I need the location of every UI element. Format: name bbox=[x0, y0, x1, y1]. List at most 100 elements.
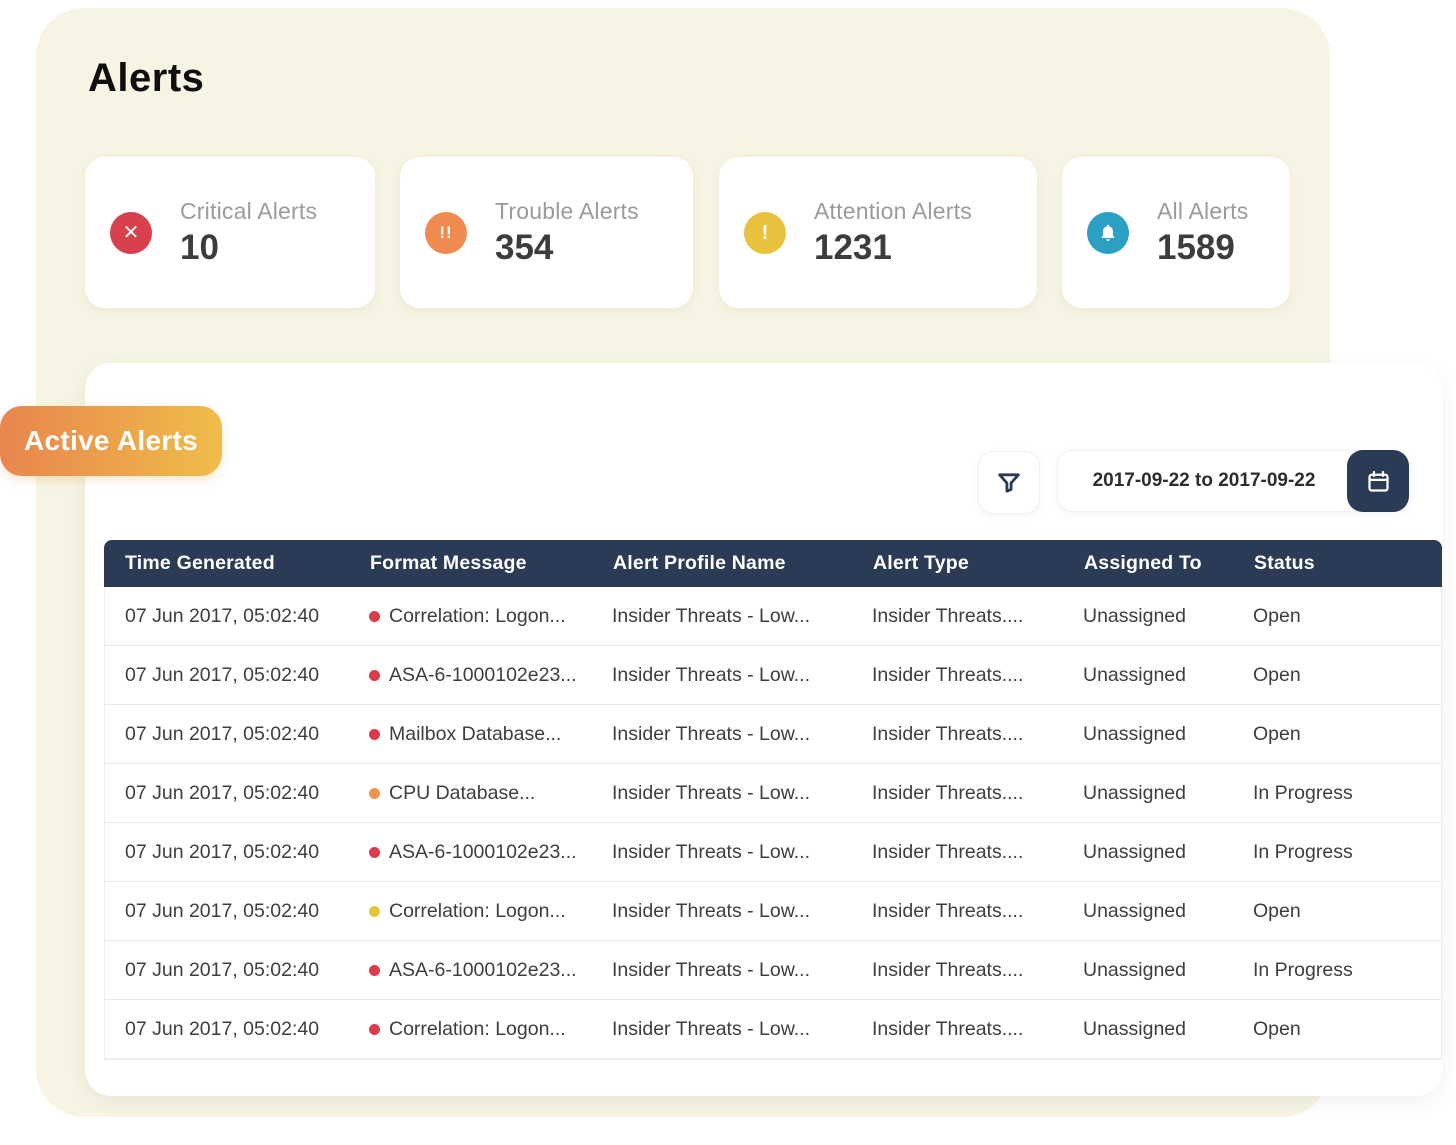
alert-type-cell: Insider Threats.... bbox=[872, 958, 1024, 981]
assigned-to-cell: Unassigned bbox=[1083, 1017, 1186, 1040]
attention-alerts-label: Attention Alerts bbox=[814, 197, 972, 224]
trouble-alerts-count: 354 bbox=[495, 227, 554, 267]
format-message-text: ASA-6-1000102e23... bbox=[389, 663, 577, 686]
calendar-icon bbox=[1367, 470, 1389, 492]
table-row[interactable]: 07 Jun 2017, 05:02:40 Correlation: Logon… bbox=[105, 1000, 1441, 1059]
alert-profile-name-cell: Insider Threats - Low... bbox=[612, 663, 810, 686]
format-message-text: Correlation: Logon... bbox=[389, 1017, 566, 1040]
severity-dot-icon bbox=[369, 905, 380, 917]
table-row[interactable]: 07 Jun 2017, 05:02:40 Correlation: Logon… bbox=[105, 882, 1441, 941]
alert-type-cell: Insider Threats.... bbox=[872, 604, 1024, 627]
table-row[interactable]: 07 Jun 2017, 05:02:40 ASA-6-1000102e23..… bbox=[105, 941, 1441, 1000]
funnel-icon bbox=[998, 472, 1020, 493]
format-message-text: ASA-6-1000102e23... bbox=[389, 958, 577, 981]
alert-profile-name-cell: Insider Threats - Low... bbox=[612, 840, 810, 863]
assigned-to-cell: Unassigned bbox=[1083, 663, 1186, 686]
time-generated-cell: 07 Jun 2017, 05:02:40 bbox=[125, 663, 320, 686]
format-message-cell: CPU Database... bbox=[349, 782, 592, 805]
alert-type-cell: Insider Threats.... bbox=[872, 663, 1024, 686]
severity-dot-icon bbox=[369, 728, 380, 740]
status-cell: Open bbox=[1253, 899, 1301, 922]
table-row[interactable]: 07 Jun 2017, 05:02:40 ASA-6-1000102e23..… bbox=[105, 823, 1441, 882]
severity-dot-icon bbox=[369, 669, 380, 681]
x-circle-icon: ✕ bbox=[110, 211, 152, 254]
time-generated-cell: 07 Jun 2017, 05:02:40 bbox=[125, 722, 320, 745]
bell-glyph bbox=[1101, 224, 1115, 241]
severity-dot-icon bbox=[369, 846, 380, 858]
alert-profile-name-cell: Insider Threats - Low... bbox=[612, 1017, 810, 1040]
alert-profile-name-cell: Insider Threats - Low... bbox=[612, 722, 810, 745]
assigned-to-cell: Unassigned bbox=[1083, 958, 1186, 981]
time-generated-cell: 07 Jun 2017, 05:02:40 bbox=[125, 958, 320, 981]
status-cell: In Progress bbox=[1253, 840, 1353, 863]
table-body: 07 Jun 2017, 05:02:40 Correlation: Logon… bbox=[104, 587, 1442, 1060]
alert-type-cell: Insider Threats.... bbox=[872, 840, 1024, 863]
all-alerts-count: 1589 bbox=[1157, 227, 1235, 267]
alert-profile-name-cell: Insider Threats - Low... bbox=[612, 958, 810, 981]
date-range-control: 2017-09-22 to 2017-09-22 bbox=[1057, 450, 1409, 512]
critical-alerts-card[interactable]: ✕ Critical Alerts 10 bbox=[85, 157, 375, 308]
assigned-to-cell: Unassigned bbox=[1083, 781, 1186, 804]
critical-alerts-label: Critical Alerts bbox=[180, 197, 318, 224]
severity-dot-icon bbox=[369, 964, 380, 976]
page-title: Alerts bbox=[88, 56, 205, 100]
col-status: Status bbox=[1254, 552, 1315, 574]
col-assigned-to: Assigned To bbox=[1084, 552, 1202, 574]
alert-type-cell: Insider Threats.... bbox=[872, 899, 1024, 922]
trouble-alerts-card[interactable]: !! Trouble Alerts 354 bbox=[400, 157, 693, 308]
format-message-text: Correlation: Logon... bbox=[389, 604, 566, 627]
table-row[interactable]: 07 Jun 2017, 05:02:40 Correlation: Logon… bbox=[105, 587, 1441, 646]
attention-alerts-card[interactable]: ! Attention Alerts 1231 bbox=[719, 157, 1037, 308]
severity-dot-icon bbox=[369, 610, 380, 622]
status-cell: Open bbox=[1253, 1017, 1301, 1040]
bell-icon bbox=[1087, 211, 1129, 254]
alert-profile-name-cell: Insider Threats - Low... bbox=[612, 604, 810, 627]
alert-type-cell: Insider Threats.... bbox=[872, 781, 1024, 804]
format-message-cell: ASA-6-1000102e23... bbox=[349, 664, 592, 687]
format-message-text: Correlation: Logon... bbox=[389, 899, 566, 922]
alert-profile-name-cell: Insider Threats - Low... bbox=[612, 781, 810, 804]
critical-alerts-count: 10 bbox=[180, 227, 219, 267]
double-exclamation-glyph: !! bbox=[439, 223, 453, 242]
status-cell: In Progress bbox=[1253, 958, 1353, 981]
alert-type-cell: Insider Threats.... bbox=[872, 722, 1024, 745]
attention-alerts-count: 1231 bbox=[814, 227, 892, 267]
format-message-cell: Mailbox Database... bbox=[349, 723, 592, 746]
severity-dot-icon bbox=[369, 787, 380, 799]
status-cell: Open bbox=[1253, 663, 1301, 686]
table-header-row: Time Generated Format Message Alert Prof… bbox=[104, 540, 1442, 587]
format-message-cell: Correlation: Logon... bbox=[349, 1018, 592, 1041]
table-row[interactable]: 07 Jun 2017, 05:02:40 Mailbox Database..… bbox=[105, 705, 1441, 764]
status-cell: Open bbox=[1253, 722, 1301, 745]
all-alerts-card[interactable]: All Alerts 1589 bbox=[1062, 157, 1290, 308]
assigned-to-cell: Unassigned bbox=[1083, 604, 1186, 627]
table-row[interactable]: 07 Jun 2017, 05:02:40 CPU Database... In… bbox=[105, 764, 1441, 823]
time-generated-cell: 07 Jun 2017, 05:02:40 bbox=[125, 899, 320, 922]
x-glyph: ✕ bbox=[122, 221, 140, 244]
time-generated-cell: 07 Jun 2017, 05:02:40 bbox=[125, 781, 320, 804]
status-cell: In Progress bbox=[1253, 781, 1353, 804]
format-message-cell: ASA-6-1000102e23... bbox=[349, 959, 592, 982]
all-alerts-label: All Alerts bbox=[1157, 197, 1249, 224]
calendar-button[interactable] bbox=[1347, 450, 1409, 512]
time-generated-cell: 07 Jun 2017, 05:02:40 bbox=[125, 1017, 320, 1040]
col-format-message: Format Message bbox=[370, 552, 527, 574]
time-generated-cell: 07 Jun 2017, 05:02:40 bbox=[125, 840, 320, 863]
active-alerts-badge: Active Alerts bbox=[0, 406, 222, 476]
format-message-cell: Correlation: Logon... bbox=[349, 605, 592, 628]
format-message-cell: ASA-6-1000102e23... bbox=[349, 841, 592, 864]
format-message-text: CPU Database... bbox=[389, 781, 536, 804]
exclamation-glyph: ! bbox=[761, 221, 769, 244]
time-generated-cell: 07 Jun 2017, 05:02:40 bbox=[125, 604, 320, 627]
status-cell: Open bbox=[1253, 604, 1301, 627]
assigned-to-cell: Unassigned bbox=[1083, 899, 1186, 922]
col-alert-type: Alert Type bbox=[873, 552, 969, 574]
exclamation-icon: ! bbox=[744, 211, 786, 254]
alerts-table: Time Generated Format Message Alert Prof… bbox=[104, 540, 1442, 1060]
filter-button[interactable] bbox=[978, 451, 1040, 514]
alert-type-cell: Insider Threats.... bbox=[872, 1017, 1024, 1040]
active-alerts-badge-label: Active Alerts bbox=[23, 425, 199, 456]
table-row[interactable]: 07 Jun 2017, 05:02:40 ASA-6-1000102e23..… bbox=[105, 646, 1441, 705]
assigned-to-cell: Unassigned bbox=[1083, 722, 1186, 745]
col-alert-profile-name: Alert Profile Name bbox=[613, 552, 786, 574]
